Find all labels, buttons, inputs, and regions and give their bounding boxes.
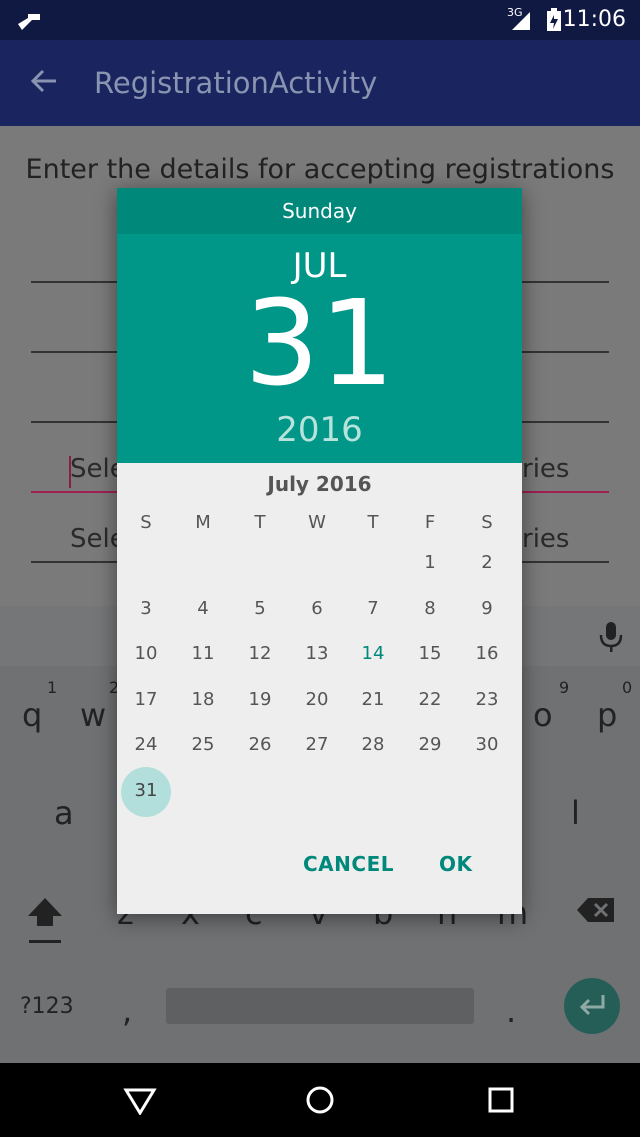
backspace-icon[interactable] — [576, 896, 616, 924]
app-bar: RegistrationActivity — [0, 40, 640, 126]
home-nav-icon[interactable] — [305, 1085, 335, 1115]
cancel-button[interactable]: CANCEL — [303, 852, 394, 876]
spacebar[interactable] — [166, 988, 474, 1024]
key-o[interactable]: o — [533, 696, 553, 734]
weekday-label: M — [195, 512, 211, 533]
calendar-day[interactable]: 17 — [126, 685, 166, 715]
text-cursor — [69, 456, 71, 488]
key-period[interactable]: . — [506, 992, 516, 1030]
weekday-label: T — [367, 512, 379, 533]
notification-icon — [18, 14, 40, 30]
ok-button[interactable]: OK — [439, 852, 473, 876]
key-q[interactable]: q — [22, 696, 42, 734]
calendar-day[interactable]: 24 — [126, 730, 166, 760]
key-l[interactable]: l — [571, 794, 580, 832]
key-hint: 0 — [622, 678, 633, 697]
calendar-day[interactable]: 1 — [410, 548, 450, 578]
calendar-day[interactable]: 13 — [297, 639, 337, 669]
weekday-label: S — [140, 512, 152, 533]
key-w[interactable]: w — [80, 696, 106, 734]
calendar-day[interactable]: 5 — [240, 594, 280, 624]
key-comma[interactable]: , — [122, 992, 132, 1030]
calendar-day[interactable]: 18 — [183, 685, 223, 715]
symbols-key[interactable]: ?123 — [20, 994, 74, 1019]
key-hint: 1 — [47, 678, 58, 697]
status-bar: 3G 11:06 — [0, 0, 640, 40]
shift-icon[interactable] — [26, 896, 64, 944]
form-heading: Enter the details for accepting registra… — [25, 154, 615, 185]
selected-year[interactable]: 2016 — [117, 410, 522, 450]
select-field-1-text-end: ries — [522, 454, 570, 484]
calendar-day[interactable]: 23 — [467, 685, 507, 715]
back-nav-icon[interactable] — [123, 1087, 157, 1115]
calendar-day[interactable]: 26 — [240, 730, 280, 760]
date-picker-dialog: Sunday JUL 31 2016 July 2016 SMTWTFS 123… — [117, 188, 522, 914]
calendar-day[interactable]: 4 — [183, 594, 223, 624]
microphone-icon[interactable] — [598, 620, 624, 654]
calendar-day[interactable]: 10 — [126, 639, 166, 669]
battery-icon — [547, 8, 561, 31]
calendar-day[interactable]: 16 — [467, 639, 507, 669]
selected-day-name: Sunday — [117, 188, 522, 234]
enter-icon — [579, 995, 605, 1016]
weekday-label: F — [424, 512, 436, 533]
calendar-day[interactable]: 29 — [410, 730, 450, 760]
back-arrow-icon[interactable] — [26, 64, 62, 100]
key-a[interactable]: a — [54, 794, 74, 832]
key-hint: 9 — [559, 678, 570, 697]
signal-icon — [512, 12, 530, 30]
calendar-day[interactable]: 15 — [410, 639, 450, 669]
weekday-label: T — [254, 512, 266, 533]
calendar-day[interactable]: 21 — [353, 685, 393, 715]
calendar-day-today[interactable]: 14 — [353, 639, 393, 669]
date-header: JUL 31 2016 — [117, 234, 522, 463]
weekday-label: S — [481, 512, 493, 533]
calendar-day[interactable]: 25 — [183, 730, 223, 760]
enter-button[interactable] — [564, 978, 620, 1034]
calendar-day[interactable]: 27 — [297, 730, 337, 760]
calendar-day[interactable]: 8 — [410, 594, 450, 624]
calendar-day-selected[interactable]: 31 — [126, 776, 166, 806]
recents-nav-icon[interactable] — [488, 1087, 514, 1113]
calendar-month-title: July 2016 — [267, 472, 372, 496]
calendar-day[interactable]: 7 — [353, 594, 393, 624]
calendar-day[interactable]: 20 — [297, 685, 337, 715]
key-p[interactable]: p — [597, 696, 617, 734]
selected-day[interactable]: 31 — [117, 278, 522, 408]
calendar-day[interactable]: 9 — [467, 594, 507, 624]
clock: 11:06 — [562, 7, 626, 32]
calendar-day[interactable]: 12 — [240, 639, 280, 669]
calendar-day[interactable]: 28 — [353, 730, 393, 760]
navigation-bar — [0, 1063, 640, 1137]
calendar-day[interactable]: 19 — [240, 685, 280, 715]
calendar-day[interactable]: 6 — [297, 594, 337, 624]
calendar-day[interactable]: 11 — [183, 639, 223, 669]
calendar-day[interactable]: 3 — [126, 594, 166, 624]
select-field-2-text-end: ries — [522, 524, 570, 554]
calendar-day[interactable]: 22 — [410, 685, 450, 715]
weekday-label: W — [308, 512, 326, 533]
calendar-day[interactable]: 2 — [467, 548, 507, 578]
app-title: RegistrationActivity — [94, 66, 378, 100]
calendar-day[interactable]: 30 — [467, 730, 507, 760]
